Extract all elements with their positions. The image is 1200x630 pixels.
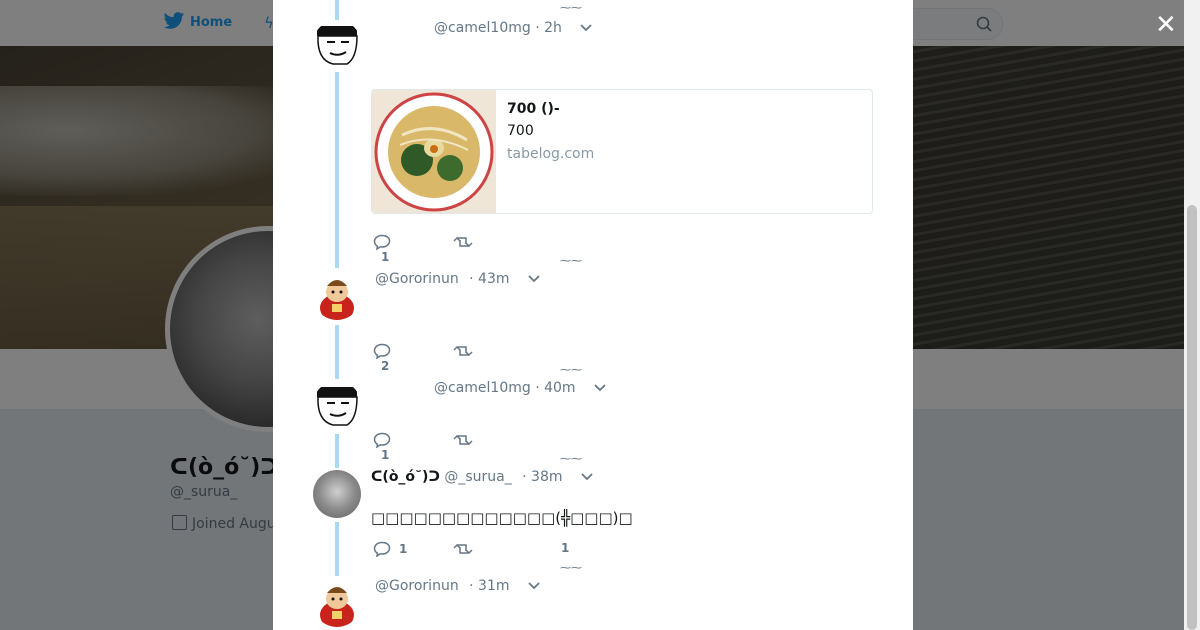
- retweet-button[interactable]: [453, 343, 473, 359]
- retweet-button[interactable]: [453, 432, 473, 448]
- conversation-connector: ⁓⁓: [560, 254, 582, 267]
- conversation-connector: ⁓⁓: [560, 561, 582, 574]
- tweet-handle[interactable]: @camel10mg: [434, 20, 531, 36]
- tweet-time[interactable]: · 2h: [535, 20, 562, 36]
- conversation-connector: ⁓⁓: [560, 452, 582, 465]
- conversation-connector: ⁓⁓: [560, 1, 582, 14]
- retweet-button[interactable]: [453, 541, 473, 557]
- reply-count: 1: [399, 542, 408, 556]
- tweet-header: @camel10mg · 40m: [434, 380, 606, 396]
- reply-button[interactable]: 2: [373, 343, 391, 373]
- tweet-time[interactable]: · 40m: [535, 380, 575, 396]
- reply-icon: [373, 343, 391, 360]
- thread-line: [335, 325, 339, 379]
- thread-line: [335, 0, 339, 20]
- retweet-icon: [453, 434, 473, 446]
- chevron-down-icon[interactable]: [528, 271, 540, 287]
- tweet-header: @camel10mg · 2h: [434, 20, 592, 36]
- tweet-actions: 1 1: [373, 541, 573, 559]
- tweet-header: ᑕ(ò_ó˘)ᑐ @_surua_ · 38m: [371, 469, 593, 485]
- reply-icon: [373, 432, 391, 449]
- reply-icon: [373, 234, 391, 251]
- tweet-text: □□□□□□□□□□□□□(╬□□□)□: [371, 509, 633, 527]
- avatar[interactable]: [313, 381, 361, 429]
- reply-count: 2: [381, 359, 390, 373]
- conversation-connector: ⁓⁓: [560, 363, 582, 376]
- thread-line: [335, 434, 339, 468]
- camel-avatar-icon: [317, 387, 358, 426]
- tweet-handle[interactable]: @camel10mg: [434, 380, 531, 396]
- retweet-icon: [453, 543, 473, 555]
- chevron-down-icon[interactable]: [528, 578, 540, 594]
- link-card[interactable]: 700 ()- 700 tabelog.com: [371, 89, 873, 214]
- reply-count: 1: [381, 448, 390, 462]
- reply-count: 1: [381, 250, 390, 264]
- reply-icon: [373, 541, 391, 558]
- reply-button[interactable]: 1: [373, 234, 391, 264]
- link-card-title: 700 ()-: [507, 101, 560, 117]
- retweet-icon: [453, 236, 473, 248]
- tweet-time[interactable]: · 43m: [469, 271, 509, 287]
- link-card-description: 700: [507, 123, 534, 139]
- tweet-time[interactable]: · 38m: [522, 469, 562, 485]
- thread-line: [335, 522, 339, 576]
- avatar[interactable]: [313, 20, 361, 68]
- scrollbar-thumb[interactable]: [1187, 205, 1197, 630]
- link-card-domain: tabelog.com: [507, 146, 595, 162]
- tweet-author-name[interactable]: ᑕ(ò_ó˘)ᑐ: [371, 469, 440, 485]
- chevron-down-icon[interactable]: [581, 469, 593, 485]
- tweet-header: @Gororinun · 31m: [375, 578, 540, 594]
- retweet-icon: [453, 345, 473, 357]
- chevron-down-icon[interactable]: [594, 380, 606, 396]
- avatar[interactable]: [313, 579, 361, 627]
- tweet-handle[interactable]: @_surua_: [444, 469, 511, 485]
- reply-button[interactable]: 1: [373, 432, 391, 462]
- reply-button[interactable]: 1: [373, 541, 408, 558]
- gororinun-avatar-icon: [313, 272, 361, 320]
- tweet-handle[interactable]: @Gororinun: [375, 578, 459, 594]
- link-card-thumbnail: [372, 90, 496, 213]
- tweet-time[interactable]: · 31m: [469, 578, 509, 594]
- gororinun-avatar-icon: [313, 579, 361, 627]
- like-count[interactable]: 1: [561, 541, 569, 555]
- close-icon[interactable]: ✕: [1155, 12, 1177, 38]
- tweet-header: @Gororinun · 43m: [375, 271, 540, 287]
- retweet-button[interactable]: [453, 234, 473, 250]
- chevron-down-icon[interactable]: [580, 20, 592, 36]
- page-scrollbar[interactable]: [1184, 0, 1200, 630]
- thread-line: [335, 72, 339, 268]
- avatar[interactable]: [313, 470, 361, 518]
- avatar[interactable]: [313, 272, 361, 320]
- camel-avatar-icon: [317, 26, 358, 65]
- tweet-handle[interactable]: @Gororinun: [375, 271, 459, 287]
